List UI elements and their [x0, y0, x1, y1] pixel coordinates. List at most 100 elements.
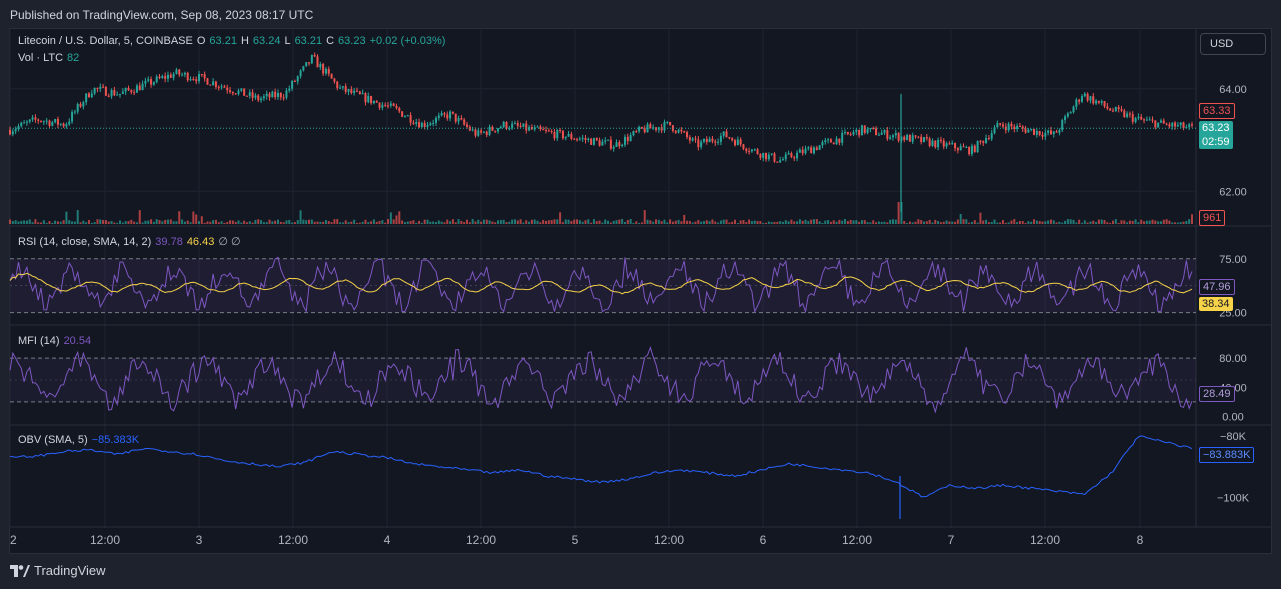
candle-body	[288, 88, 291, 91]
volume-bar	[339, 222, 342, 224]
candle-body	[1188, 124, 1191, 128]
volume-bar	[522, 222, 525, 224]
candle-body	[528, 127, 531, 131]
candle-body	[1137, 116, 1140, 118]
volume-bar	[759, 221, 762, 224]
volume-bar	[141, 222, 144, 224]
volume-bar	[59, 221, 62, 224]
candle-body	[638, 127, 641, 132]
volume-bar	[358, 222, 361, 224]
candle-body	[812, 147, 815, 154]
volume-bar	[1038, 221, 1041, 224]
candle-body	[1109, 108, 1112, 111]
candle-body	[965, 147, 968, 149]
volume-bar	[82, 220, 85, 224]
candle-body	[561, 130, 564, 139]
close-value: 63.23	[338, 35, 366, 47]
candle-body	[406, 115, 409, 117]
volume-bar	[48, 221, 51, 224]
footer-brand[interactable]: TradingView	[10, 563, 106, 578]
volume-bar	[810, 219, 813, 224]
candle-body	[502, 121, 505, 127]
candle-body	[1016, 125, 1019, 130]
volume-bar	[829, 221, 832, 224]
candle-body	[911, 135, 914, 142]
candle-body	[1097, 100, 1100, 103]
candle-body	[319, 64, 322, 68]
candle-body	[212, 81, 215, 86]
candle-body	[426, 125, 429, 127]
volume-bar	[1137, 222, 1140, 224]
volume-bar	[1120, 220, 1123, 224]
volume-bar	[1191, 214, 1193, 224]
candle-body	[1123, 110, 1126, 118]
chart-canvas[interactable]: 2 12:00 3 12:00 4 12:00 5 12:00 6 12:00 7 12:00 8 64.…	[0, 0, 1281, 589]
volume-bar	[914, 221, 917, 224]
candle-body	[392, 103, 395, 107]
volume-bar	[480, 221, 483, 224]
candle-body	[1033, 129, 1036, 135]
candle-body	[663, 122, 666, 131]
volume-bar	[886, 222, 889, 224]
volume-bar	[869, 222, 872, 224]
candle-body	[954, 143, 957, 149]
candle-body	[725, 131, 728, 138]
candle-body	[931, 140, 934, 146]
volume-bar	[1159, 221, 1162, 224]
time-axis-label: 2	[10, 533, 17, 547]
volume-bar	[265, 222, 268, 224]
candle-body	[765, 152, 768, 160]
rsi-sma-value: 46.43	[186, 236, 215, 248]
candle-body	[818, 145, 821, 150]
volume-bar	[601, 222, 604, 224]
volume-bar	[466, 219, 469, 224]
obv-label: OBV (SMA, 5)	[18, 434, 88, 446]
volume-bar	[790, 219, 793, 224]
candle-body	[609, 139, 612, 149]
candle-body	[34, 117, 37, 120]
volume-bar	[875, 222, 878, 224]
candle-body	[745, 148, 748, 152]
volume-bar	[1123, 220, 1126, 224]
volume-bar	[1103, 219, 1106, 224]
candle-body	[460, 118, 463, 120]
candle-body	[229, 90, 232, 93]
volume-bar	[838, 219, 841, 224]
candle-body	[750, 149, 753, 152]
volume-bar	[113, 222, 116, 224]
volume-bar	[305, 220, 308, 224]
candle-body	[395, 106, 398, 109]
candle-body	[829, 139, 832, 143]
volume-bar	[674, 220, 677, 224]
volume-bar	[742, 219, 745, 224]
volume-bar	[192, 211, 195, 224]
volume-bar	[677, 219, 680, 224]
volume-bar	[62, 220, 65, 224]
candle-body	[389, 103, 392, 106]
volume-bar	[42, 220, 45, 224]
volume-bar	[279, 221, 282, 224]
volume-bar	[423, 219, 426, 224]
time-axis-label: 4	[384, 533, 391, 547]
volume-bar	[928, 219, 931, 224]
volume-bar	[702, 221, 705, 224]
volume-bar	[260, 220, 263, 224]
candle-body	[494, 130, 497, 132]
candle-body	[798, 149, 801, 153]
candle-body	[234, 93, 237, 95]
volume-bar	[389, 212, 392, 224]
volume-bar	[119, 220, 122, 224]
candle-body	[733, 140, 736, 146]
candle-body	[1027, 129, 1030, 133]
volume-bar	[443, 222, 446, 224]
candle-body	[522, 123, 525, 127]
volume-bar	[567, 219, 570, 224]
volume-bar	[1044, 221, 1047, 224]
volume-bar	[717, 222, 720, 224]
volume-bar	[471, 219, 474, 224]
candle-body	[1128, 113, 1131, 115]
currency-button[interactable]: USD	[1200, 33, 1266, 55]
volume-bar	[576, 219, 579, 224]
time-axis-label: 5	[572, 533, 579, 547]
volume-bar	[11, 221, 14, 224]
